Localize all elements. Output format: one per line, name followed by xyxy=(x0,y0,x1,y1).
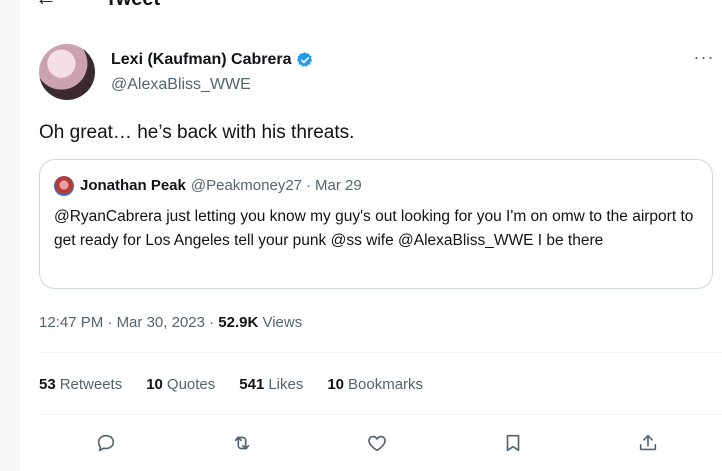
share-icon[interactable] xyxy=(633,428,663,458)
back-arrow-icon[interactable]: ← xyxy=(35,0,57,10)
meta-separator: · xyxy=(204,314,219,331)
quoted-tweet[interactable]: Jonathan Peak @Peakmoney27 · Mar 29 @Rya… xyxy=(39,159,713,289)
views-count: 52.9K xyxy=(218,314,259,331)
quotes-label: Quotes xyxy=(166,376,216,393)
quotes-count: 10 xyxy=(146,376,163,393)
likes-stat[interactable]: 541 Likes xyxy=(239,375,303,395)
engagement-stats: 53 Retweets 10 Quotes 541 Likes 10 Bookmarks xyxy=(39,375,447,395)
quoted-separator: · xyxy=(306,177,311,194)
bookmarks-stat[interactable]: 10 Bookmarks xyxy=(327,375,423,395)
quoted-tweet-text: @RyanCabrera just letting you know my gu… xyxy=(54,208,694,249)
tweet-panel: ← Tweet Lexi (Kaufman) Cabrera @AlexaBli… xyxy=(18,0,722,471)
retweet-icon[interactable] xyxy=(227,428,257,458)
bookmarks-label: Bookmarks xyxy=(348,376,424,393)
like-icon[interactable] xyxy=(362,428,392,458)
author-avatar[interactable] xyxy=(39,44,95,100)
likes-count: 541 xyxy=(239,376,265,393)
retweets-count: 53 xyxy=(39,376,56,393)
bookmarks-count: 10 xyxy=(327,376,345,393)
tweet-text: Oh great… he’s back with his threats. xyxy=(39,122,355,143)
page-title: Tweet xyxy=(105,0,160,10)
retweets-label: Retweets xyxy=(59,376,123,393)
quoted-author-name: Jonathan Peak xyxy=(80,177,186,194)
author-name-row[interactable]: Lexi (Kaufman) Cabrera xyxy=(111,50,314,70)
views-label: Views xyxy=(258,314,303,331)
divider xyxy=(39,352,722,353)
divider xyxy=(39,414,722,415)
tweet-time[interactable]: 12:47 PM xyxy=(39,314,103,331)
verified-badge-icon xyxy=(296,52,312,67)
action-bar xyxy=(39,428,722,458)
top-bar: ← Tweet xyxy=(19,0,722,14)
more-options-icon[interactable]: ··· xyxy=(693,48,715,70)
meta-separator: · xyxy=(103,314,117,331)
bookmark-icon[interactable] xyxy=(498,428,528,458)
quoted-author-avatar xyxy=(54,176,74,196)
likes-label: Likes xyxy=(268,376,304,393)
retweets-stat[interactable]: 53 Retweets xyxy=(39,375,122,395)
author-handle[interactable]: @AlexaBliss_WWE xyxy=(111,75,251,95)
author-display-name[interactable]: Lexi (Kaufman) Cabrera xyxy=(111,50,292,70)
quoted-author-handle: @Peakmoney27 xyxy=(190,177,302,194)
reply-icon[interactable] xyxy=(91,428,121,458)
quoted-tweet-header: Jonathan Peak @Peakmoney27 · Mar 29 xyxy=(54,176,362,196)
quoted-date: Mar 29 xyxy=(315,177,362,194)
tweet-date[interactable]: Mar 30, 2023 xyxy=(117,314,205,331)
quotes-stat[interactable]: 10 Quotes xyxy=(146,375,215,395)
tweet-meta: 12:47 PM · Mar 30, 2023 · 52.9K Views xyxy=(39,313,302,333)
